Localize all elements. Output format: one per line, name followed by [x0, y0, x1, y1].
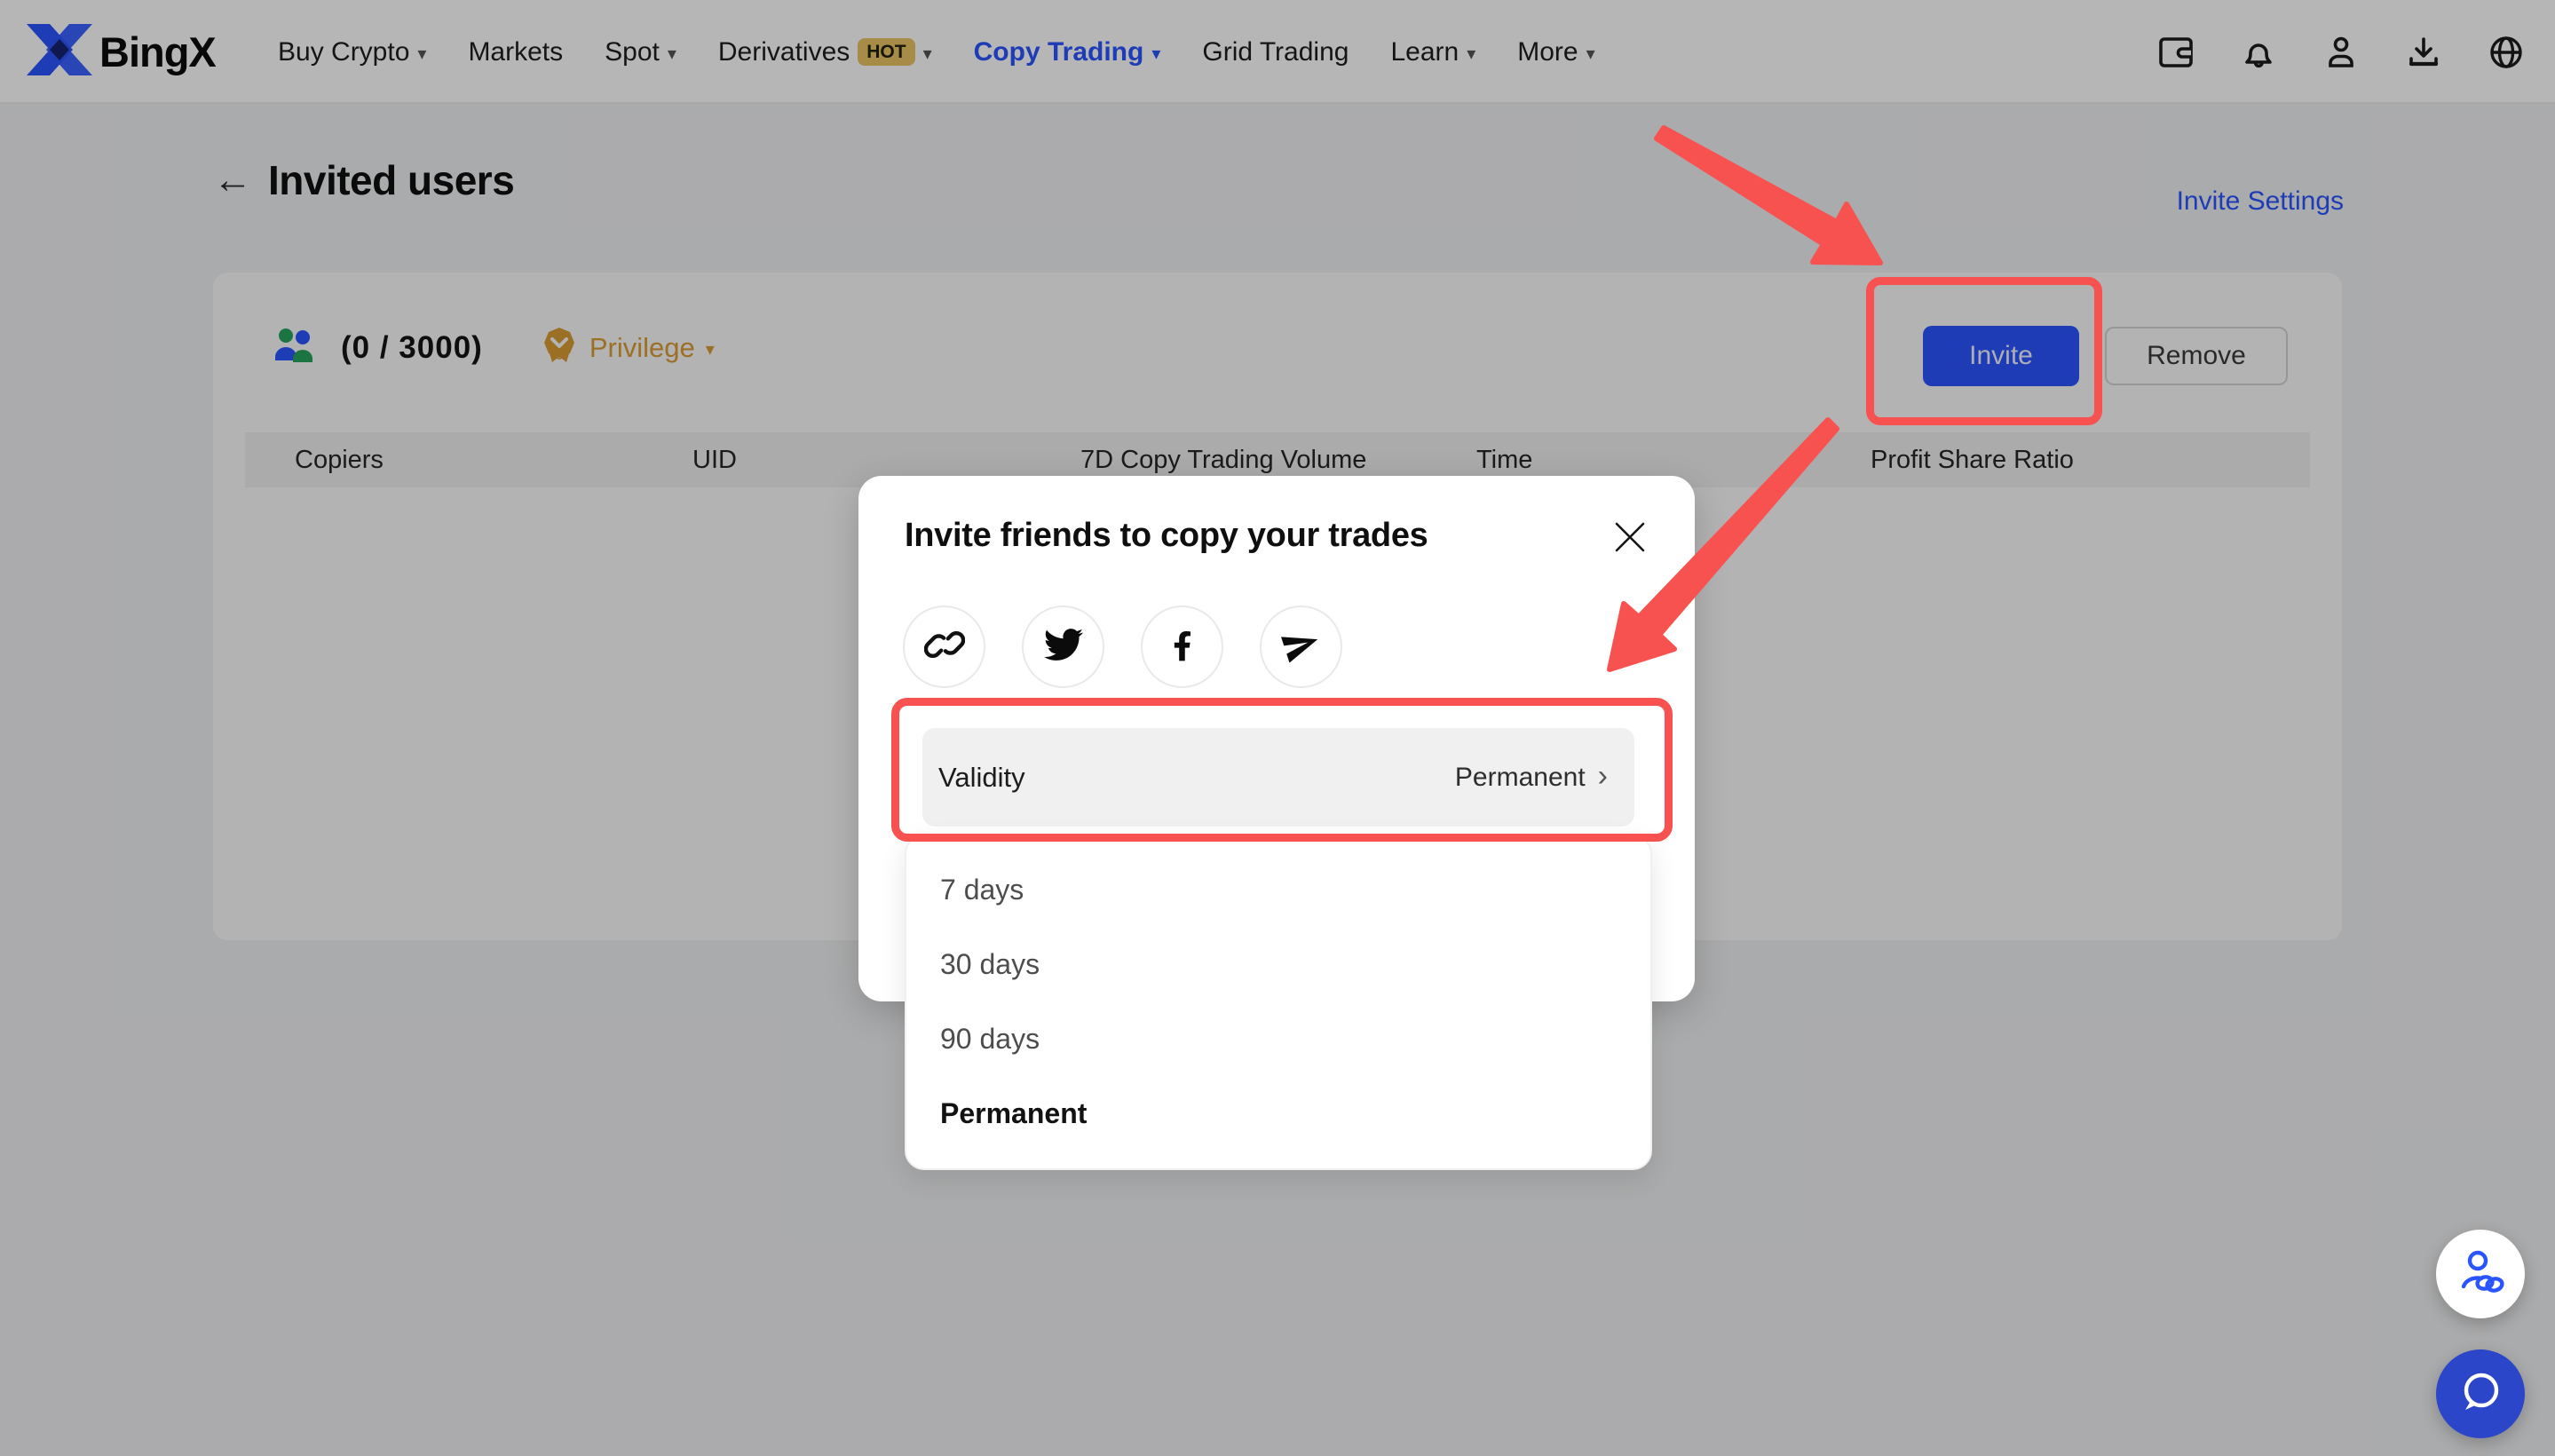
chevron-right-icon: › — [1598, 761, 1608, 791]
twitter-share-button[interactable] — [1022, 605, 1104, 688]
copy-link-button[interactable] — [903, 605, 985, 688]
close-icon[interactable] — [1611, 518, 1649, 556]
validity-row[interactable]: Validity Permanent › — [922, 728, 1634, 827]
support-chat-button[interactable] — [2436, 1349, 2525, 1438]
link-icon — [924, 624, 965, 669]
referral-float-button[interactable] — [2436, 1230, 2525, 1318]
validity-dropdown: 7 days 30 days 90 days Permanent — [905, 835, 1652, 1170]
validity-label: Validity — [938, 762, 1025, 794]
bingx-invited-users-screen: BingX Buy Crypto ▾ Markets Spot ▾ Deriva… — [0, 0, 2555, 1456]
modal-title: Invite friends to copy your trades — [905, 517, 1428, 555]
validity-option-90-days[interactable]: 90 days — [906, 1001, 1650, 1076]
referral-person-link-icon — [2456, 1247, 2505, 1302]
telegram-icon — [1281, 624, 1322, 669]
validity-option-permanent[interactable]: Permanent — [906, 1076, 1650, 1151]
twitter-icon — [1044, 625, 1083, 669]
facebook-share-button[interactable] — [1141, 605, 1223, 688]
telegram-share-button[interactable] — [1260, 605, 1342, 688]
facebook-icon — [1163, 625, 1202, 669]
validity-option-30-days[interactable]: 30 days — [906, 927, 1650, 1001]
share-options-row — [903, 605, 1342, 688]
chat-bubble-icon — [2456, 1367, 2505, 1421]
validity-option-7-days[interactable]: 7 days — [906, 852, 1650, 927]
validity-current-value: Permanent — [1455, 763, 1586, 793]
